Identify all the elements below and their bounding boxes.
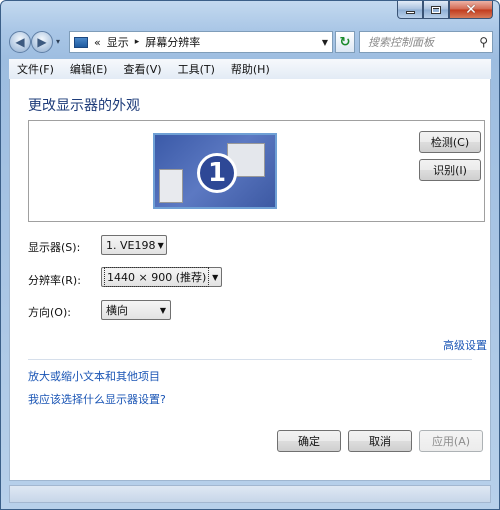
cancel-button[interactable]: 取消 [348,430,412,452]
navigation-row: ◀ ▶ ▾ « 显示 ▸ 屏幕分辨率 ▼ ↻ 搜索控制面板 ⚲ [9,29,493,55]
chevron-down-icon: ▼ [157,240,164,250]
which-settings-link[interactable]: 我应该选择什么显示器设置? [28,391,166,407]
content-pane: 更改显示器的外观 1 检测(C) 识别(I) 显示器(S): 1. VE198 … [9,79,491,481]
monitor-number-badge: 1 [197,153,237,193]
close-button[interactable]: ✕ [449,1,493,19]
search-icon[interactable]: ⚲ [479,35,488,49]
chevron-down-icon: ▼ [159,305,167,315]
orientation-select[interactable]: 横向 ▼ [101,300,171,320]
menu-view[interactable]: 查看(V) [115,61,169,77]
minimize-button[interactable] [397,1,423,19]
control-panel-icon [74,36,88,48]
search-input[interactable]: 搜索控制面板 [368,34,479,50]
minimize-icon [405,10,415,14]
orientation-label: 方向(O): [28,306,71,319]
control-panel-window: ✕ ◀ ▶ ▾ « 显示 ▸ 屏幕分辨率 ▼ ↻ 搜索控制面板 ⚲ 文件(F) … [0,0,500,510]
menu-file[interactable]: 文件(F) [9,61,62,77]
monitor-thumbnail[interactable]: 1 [153,133,277,209]
orientation-select-value: 横向 [106,304,128,317]
apply-button[interactable]: 应用(A) [419,430,483,452]
forward-arrow-icon: ▶ [37,35,47,49]
window-thumbnail-icon [159,169,183,203]
display-select-value: 1. VE198 [106,238,156,252]
address-dropdown-icon[interactable]: ▼ [322,38,328,47]
window-caption-buttons: ✕ [397,1,493,19]
menu-bar: 文件(F) 编辑(E) 查看(V) 工具(T) 帮助(H) [9,59,491,80]
back-arrow-icon: ◀ [15,35,25,49]
detect-button[interactable]: 检测(C) [419,131,481,153]
search-box[interactable]: 搜索控制面板 ⚲ [359,31,493,53]
breadcrumb-item-display[interactable]: 显示 [107,34,129,50]
refresh-button[interactable]: ↻ [335,31,355,53]
chevron-down-icon: ▼ [212,272,219,282]
breadcrumb-prefix[interactable]: « [94,36,101,49]
menu-tools[interactable]: 工具(T) [170,61,223,77]
resolution-select-value: 1440 × 900 (推荐) [104,267,210,287]
breadcrumb-separator-icon[interactable]: ▸ [135,37,140,47]
resolution-label: 分辨率(R): [28,274,81,287]
refresh-icon: ↻ [339,34,351,50]
ok-button[interactable]: 确定 [277,430,341,452]
menu-help[interactable]: 帮助(H) [223,61,278,77]
back-button[interactable]: ◀ [9,31,31,53]
text-size-link[interactable]: 放大或缩小文本和其他项目 [28,368,160,384]
maximize-button[interactable] [423,1,449,19]
maximize-icon [431,5,441,14]
identify-button[interactable]: 识别(I) [419,159,481,181]
status-bar [9,485,491,503]
advanced-settings-link[interactable]: 高级设置 [443,337,487,353]
recent-pages-dropdown[interactable]: ▾ [56,37,60,46]
menu-edit[interactable]: 编辑(E) [62,61,116,77]
breadcrumb-item-resolution[interactable]: 屏幕分辨率 [145,34,200,50]
display-preview-area: 1 检测(C) 识别(I) [28,120,485,222]
close-icon: ✕ [465,1,477,18]
divider [28,359,472,360]
forward-button[interactable]: ▶ [31,31,53,53]
page-title: 更改显示器的外观 [28,98,140,114]
display-label: 显示器(S): [28,241,81,254]
display-select[interactable]: 1. VE198 ▼ [101,235,167,255]
resolution-select[interactable]: 1440 × 900 (推荐) ▼ [101,267,222,287]
address-bar[interactable]: « 显示 ▸ 屏幕分辨率 ▼ [69,31,333,53]
